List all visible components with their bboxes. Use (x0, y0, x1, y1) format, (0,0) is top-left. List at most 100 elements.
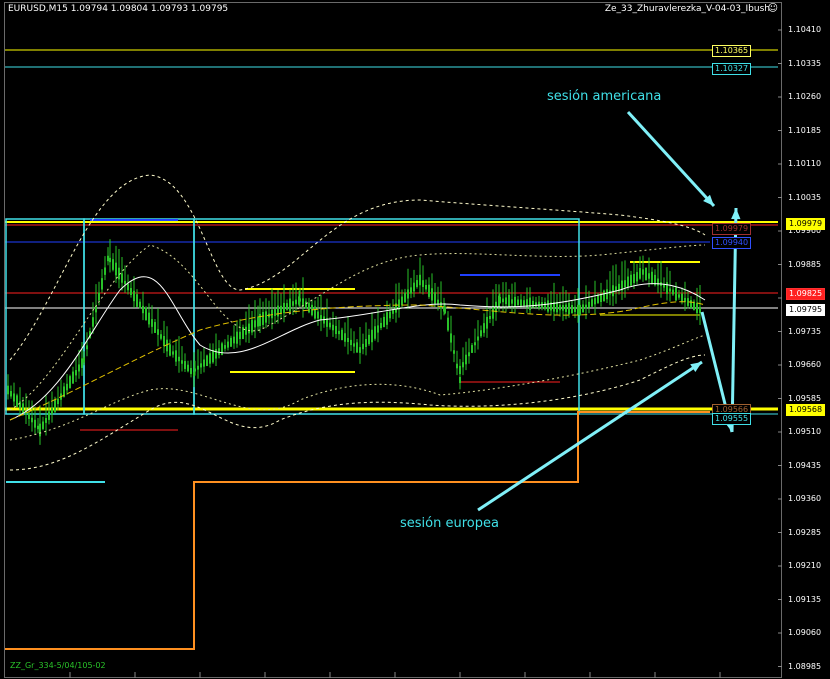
candle-body (329, 322, 331, 328)
candle-body (10, 391, 12, 397)
candle-body (571, 305, 573, 313)
price-level-tag: 1.10365 (712, 45, 752, 57)
candle-body (136, 294, 138, 307)
candle-body (212, 350, 214, 363)
candle-body (350, 339, 352, 346)
candle-body (535, 302, 537, 307)
candle-body (474, 342, 476, 346)
candle-body (450, 333, 452, 343)
price-tick: 1.10410 (788, 25, 822, 34)
candle-body (104, 267, 106, 275)
candle-body (597, 295, 599, 304)
candle-body (624, 280, 626, 288)
candle-body (7, 385, 9, 395)
candle-body (95, 306, 97, 313)
price-tick: 1.09135 (788, 594, 822, 604)
candle-body (374, 326, 376, 339)
candle-body (508, 294, 510, 308)
candle-body (163, 336, 165, 346)
candle-body (121, 273, 123, 283)
chart-canvas[interactable] (0, 0, 830, 679)
smiley-icon: ☺ (767, 3, 778, 14)
candle-body (289, 298, 291, 312)
candle-body (648, 273, 650, 279)
candle-body (413, 282, 415, 292)
inner-upper-band (9, 244, 706, 411)
candle-body (568, 302, 570, 315)
candle-body (133, 290, 135, 302)
candle-body (368, 334, 370, 345)
candle-body (145, 307, 147, 321)
candle-body (239, 331, 241, 339)
candle-body (299, 298, 301, 302)
candle-body (492, 305, 494, 319)
candle-body (248, 323, 250, 334)
candle-body (98, 292, 100, 301)
candle-body (422, 280, 424, 288)
price-tick: 1.09510 (788, 427, 822, 436)
candle-body (471, 345, 473, 353)
candle-body (425, 284, 427, 290)
candle-body (130, 288, 132, 295)
candle-body (401, 296, 403, 306)
candle-body (317, 311, 319, 319)
candle-body (353, 343, 355, 347)
up-move-arrow-head (731, 208, 741, 220)
candle-body (230, 337, 232, 347)
candle-body (48, 411, 50, 420)
candle-body (693, 301, 695, 311)
overlay-price-tag: 1.09555 (712, 413, 752, 425)
candle-body (639, 268, 641, 272)
candle-body (283, 302, 285, 314)
candle-body (181, 360, 183, 364)
candle-body (377, 325, 379, 333)
candle-body (28, 413, 30, 419)
candle-body (582, 304, 584, 313)
candle-body (544, 302, 546, 310)
candle-body (83, 357, 85, 363)
candle-body (483, 323, 485, 333)
american-session-arrow (626, 110, 716, 208)
candle-body (271, 309, 273, 319)
candle-body (696, 303, 698, 313)
candle-body (151, 319, 153, 327)
candle-body (335, 325, 337, 335)
candle-body (286, 303, 288, 310)
candle-body (603, 290, 605, 302)
candle-body (520, 299, 522, 306)
candle-body (468, 352, 470, 357)
candle-body (39, 423, 41, 437)
candle-body (690, 300, 692, 308)
candle-body (190, 368, 192, 374)
candle-body (31, 417, 33, 423)
candle-body (69, 376, 71, 389)
chart-window[interactable]: EURUSD,M15 1.09794 1.09804 1.09793 1.097… (0, 0, 830, 679)
candle-body (16, 395, 18, 408)
candle-body (562, 305, 564, 311)
candle-body (227, 341, 229, 348)
price-level-tag: 1.09568 (786, 404, 826, 416)
candle-body (215, 349, 217, 359)
candle-body (585, 304, 587, 309)
candle-body (86, 345, 88, 350)
candle-body (34, 419, 36, 428)
candle-body (259, 313, 261, 327)
candle-body (594, 298, 596, 305)
candle-body (292, 301, 294, 306)
candle-body (362, 343, 364, 350)
candle-body (118, 267, 120, 280)
candle-body (642, 269, 644, 275)
candle-body (172, 351, 174, 355)
candle-body (459, 365, 461, 375)
price-level-tag: 1.09825 (786, 288, 826, 300)
candle-body (280, 305, 282, 314)
candle-body (57, 398, 59, 405)
candle-body (245, 326, 247, 335)
candle-body (612, 285, 614, 297)
candle-body (19, 401, 21, 409)
candle-body (480, 330, 482, 337)
candle-body (178, 356, 180, 362)
signal-line (9, 301, 706, 421)
candle-body (699, 306, 701, 314)
candle-body (499, 296, 501, 304)
